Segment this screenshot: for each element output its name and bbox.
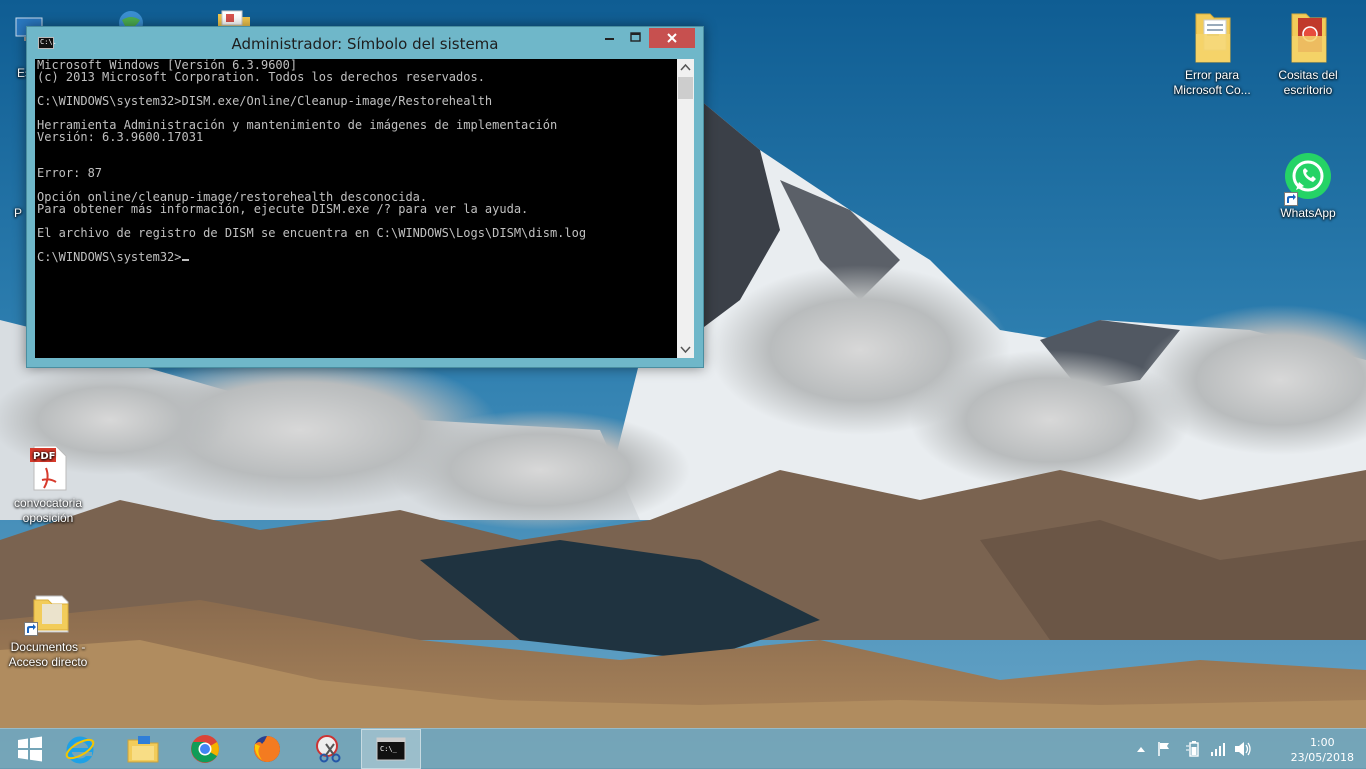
desktop-icon-convocatoria[interactable]: PDF convocatoria oposición [2,444,94,526]
clock-time: 1:00 [1309,736,1335,749]
desktop-icon-label: Error para [1184,68,1240,82]
close-icon [667,33,677,43]
scroll-down-button[interactable] [677,341,694,358]
volume-speaker-icon[interactable] [1234,741,1252,757]
battery-power-icon[interactable] [1186,741,1202,757]
shortcut-arrow-icon [24,622,38,636]
chevron-up-icon [680,63,691,71]
desktop-icon-label: Microsoft Co... [1173,83,1251,97]
file-explorer-icon [127,736,159,763]
taskbar: C:\_ 1:00 23/05/2018 [0,728,1366,769]
chrome-icon [191,735,219,763]
internet-explorer-icon [65,736,95,764]
maximize-icon [630,32,641,42]
taskbar-chrome[interactable] [175,729,235,769]
taskbar-internet-explorer[interactable] [50,729,110,769]
console-line: Para obtener más información, ejecute DI… [37,202,529,216]
desktop-icon-label: convocatoria [13,496,83,510]
show-hidden-icons-chevron-up-icon[interactable] [1136,745,1146,753]
cmd-icon-text: C:\_ [380,745,398,753]
console-text: Microsoft Windows [Versión 6.3.9600] (c) … [35,59,677,263]
action-center-flag-icon[interactable] [1156,741,1172,757]
command-prompt-window[interactable]: C:\. Administrador: Símbolo del sistema … [26,26,704,368]
console-output[interactable]: Microsoft Windows [Versión 6.3.9600] (c) … [35,59,677,358]
taskbar-snipping-tool[interactable] [299,729,359,769]
minimize-button[interactable] [599,28,621,48]
svg-text:PDF: PDF [33,451,55,462]
desktop-icon-whatsapp[interactable]: WhatsApp [1262,152,1354,221]
close-button[interactable] [649,28,695,48]
folder-icon [1284,8,1332,64]
desktop-icon-cositas-del-escritorio[interactable]: Cositas del escritorio [1262,8,1354,98]
folder-shortcut-icon [24,588,72,636]
clock[interactable]: 1:00 23/05/2018 [1291,735,1354,765]
windows-logo-icon [18,736,42,762]
desktop-icon-label: Cositas del [1278,68,1338,82]
console-line: Versión: 6.3.9600.17031 [37,130,204,144]
folder-icon [1188,8,1236,64]
minimize-icon [605,38,614,40]
desktop-icon-label: oposición [22,511,74,525]
snipping-tool-icon [316,735,341,763]
console-line: (c) 2013 Microsoft Corporation. Todos lo… [37,70,485,84]
desktop-icon-error-para-microsoft[interactable]: Error para Microsoft Co... [1166,8,1258,98]
chevron-down-icon [680,346,691,354]
maximize-button[interactable] [625,28,647,48]
desktop-icon-label: WhatsApp [1280,206,1336,220]
scroll-up-button[interactable] [677,59,694,76]
window-titlebar[interactable]: C:\. Administrador: Símbolo del sistema [27,27,703,59]
scrollbar-thumb[interactable] [678,77,693,99]
network-signal-icon[interactable] [1210,741,1226,757]
console-line: El archivo de registro de DISM se encuen… [37,226,587,240]
console-line: C:\WINDOWS\system32>DISM.exe/Online/Clea… [37,94,493,108]
firefox-icon [254,736,280,762]
desktop-icon-label: Documentos - [10,640,86,654]
pdf-document-icon: PDF [24,444,72,492]
system-tray: 1:00 23/05/2018 [1136,729,1366,769]
vertical-scrollbar[interactable] [677,59,694,358]
whatsapp-icon [1284,152,1332,206]
console-line: Error: 87 [37,166,103,180]
shortcut-arrow-icon [1284,192,1298,206]
desktop-icon-documentos[interactable]: Documentos - Acceso directo [2,588,94,670]
desktop-icon-label: escritorio [1283,83,1333,97]
clock-date: 23/05/2018 [1290,751,1354,764]
taskbar-command-prompt[interactable]: C:\_ [361,729,421,769]
text-cursor [181,259,189,261]
desktop-icon-label: Acceso directo [8,655,88,669]
command-prompt-icon: C:\_ [376,737,406,761]
taskbar-firefox[interactable] [237,729,297,769]
taskbar-file-explorer[interactable] [113,729,173,769]
console-line: C:\WINDOWS\system32> [37,251,677,263]
